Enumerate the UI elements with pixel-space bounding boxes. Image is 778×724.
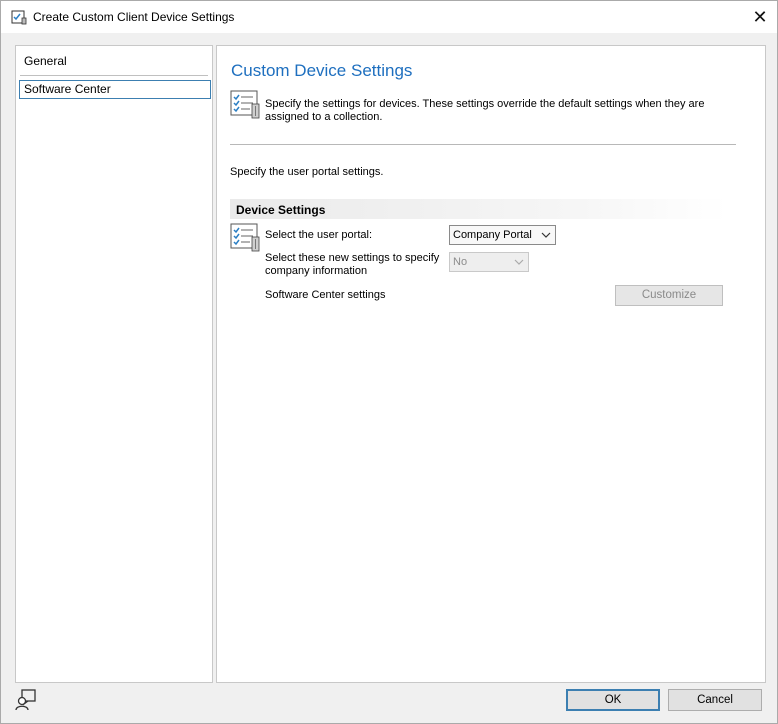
cancel-button[interactable]: Cancel	[668, 689, 762, 711]
chevron-down-icon	[541, 232, 551, 238]
ok-button[interactable]: OK	[566, 689, 660, 711]
page-heading: Custom Device Settings	[231, 61, 413, 80]
settings-checklist-icon	[11, 10, 27, 25]
user-portal-select[interactable]: Company Portal	[449, 225, 556, 245]
intro-description: Specify the settings for devices. These …	[265, 98, 705, 123]
software-center-label: Software Center settings	[265, 289, 386, 301]
checklist-icon	[230, 90, 260, 119]
divider	[230, 144, 736, 145]
nav-divider	[20, 75, 208, 76]
close-button[interactable]: ✕	[743, 1, 777, 33]
company-info-label: Select these new settings to specify com…	[265, 252, 440, 277]
company-info-select[interactable]: No	[449, 252, 529, 272]
feedback-icon[interactable]	[15, 689, 37, 711]
customize-button[interactable]: Customize	[615, 285, 723, 306]
section-header: Device Settings	[230, 199, 727, 219]
window-title: Create Custom Client Device Settings	[33, 10, 235, 24]
nav-item-general[interactable]: General	[24, 54, 67, 68]
user-portal-value: Company Portal	[453, 229, 532, 241]
chevron-down-icon	[514, 259, 524, 265]
section-title: Device Settings	[236, 203, 326, 217]
user-portal-label: Select the user portal:	[265, 229, 373, 241]
navigation-panel: General Software Center	[15, 45, 213, 683]
title-bar: Create Custom Client Device Settings ✕	[1, 1, 777, 33]
dialog-window: Create Custom Client Device Settings ✕ G…	[0, 0, 778, 724]
content-panel: Custom Device Settings Specify the setti…	[216, 45, 766, 683]
portal-intro-text: Specify the user portal settings.	[230, 166, 384, 178]
nav-item-software-center[interactable]: Software Center	[19, 80, 211, 99]
settings-checklist-icon	[230, 223, 260, 252]
company-info-value: No	[453, 256, 468, 268]
close-icon: ✕	[752, 7, 768, 27]
